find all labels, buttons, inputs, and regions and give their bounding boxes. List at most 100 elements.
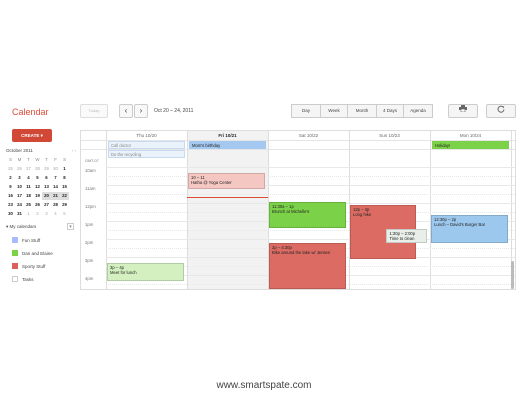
calendar-color-swatch [12,237,18,243]
mini-calendar-day[interactable]: 29 [42,165,51,173]
view-agenda-button[interactable]: Agenda [403,104,433,118]
print-icon [459,105,467,113]
mini-calendar-day[interactable]: 27 [24,165,33,173]
calendar-item[interactable]: Fun Stuff [12,237,40,243]
mini-calendar-nav[interactable]: ‹ › [72,148,76,153]
calendar-screenshot: Calendar Today ‹ › Oct 20 – 24, 2011 Day… [0,0,528,396]
view-4days-button[interactable]: 4 Days [376,104,404,118]
mini-calendar-day[interactable]: 25 [6,165,15,173]
create-button[interactable]: CREATE ▾ [12,129,52,142]
mini-calendar-day[interactable]: 27 [42,201,51,209]
mini-calendar-weekday: W [35,157,40,162]
mini-calendar-day[interactable]: 11 [24,183,33,191]
event-title: Brunch at Michelle's [272,209,310,214]
day-header[interactable]: Mon 10/24 [430,131,511,140]
calendar-settings-icon[interactable]: ▾ [67,223,74,230]
day-header[interactable]: Thu 10/20 [106,131,187,140]
mini-calendar-day[interactable]: 26 [33,201,42,209]
mini-calendar-day[interactable]: 1 [24,210,33,218]
mini-calendar-day[interactable]: 10 [15,183,24,191]
hour-label: 1pm [85,222,94,227]
refresh-icon [497,105,505,113]
mini-calendar-day[interactable]: 30 [6,210,15,218]
mini-calendar-day[interactable]: 3 [42,210,51,218]
allday-event[interactable]: Call doctor [108,141,185,149]
calendar-item[interactable]: Dan and Elaine [12,250,53,256]
event-title: Time to clean [389,236,415,241]
mini-calendar-day[interactable]: 3 [15,174,24,182]
mini-calendar-day[interactable]: 29 [60,201,69,209]
mini-calendar-day[interactable]: 2 [33,210,42,218]
day-header[interactable]: Sun 10/23 [349,131,430,140]
mini-calendar-day[interactable]: 2 [6,174,15,182]
mini-calendar-day[interactable]: 22 [60,192,69,200]
date-range: Oct 20 – 24, 2011 [154,108,194,114]
hour-label: 4pm [85,276,94,281]
view-month-button[interactable]: Month [347,104,377,118]
mini-calendar-day[interactable]: 15 [60,183,69,191]
create-label: CREATE [21,133,40,138]
allday-event[interactable]: Holiday! [432,141,509,149]
day-header[interactable]: Sat 10/22 [268,131,349,140]
calendar-event[interactable]: 10 – 11 Hatha @ Yoga Center [188,173,265,189]
mini-calendar-day[interactable]: 21 [51,192,60,200]
print-button[interactable] [448,104,478,118]
mini-calendar-day[interactable]: 28 [33,165,42,173]
mini-calendar-day[interactable]: 5 [33,174,42,182]
day-header[interactable]: Fri 10/21 [187,131,268,140]
calendar-event[interactable]: 1:30p – 2:00p Time to clean [386,229,427,243]
calendar-item[interactable]: Tasks [12,276,34,282]
top-toolbar: Calendar Today ‹ › Oct 20 – 24, 2011 Day… [0,100,528,124]
mini-calendar-day[interactable]: 26 [15,165,24,173]
mini-calendar-day[interactable]: 4 [24,174,33,182]
my-calendars-header[interactable]: ▾ My calendars ▾ [6,223,76,230]
mini-calendar-day[interactable]: 24 [15,201,24,209]
mini-calendar-day[interactable]: 1 [60,165,69,173]
grid-scrollbar[interactable] [511,261,514,289]
hour-label: 2pm [85,240,94,245]
mini-calendar-day[interactable]: 9 [6,183,15,191]
calendar-event[interactable]: 2p – 4:30p Bike around the lake w/ Jensen [269,243,346,289]
view-week-button[interactable]: Week [320,104,348,118]
mini-calendar-day[interactable]: 5 [60,210,69,218]
week-grid: Thu 10/20 Fri 10/21 Sat 10/22 Sun 10/23 Mon … [80,130,516,290]
mini-calendar-day[interactable]: 28 [51,201,60,209]
calendar-item[interactable]: Sporty Stuff [12,263,45,269]
hour-label: 10am [85,168,96,173]
calendar-event[interactable]: 12:30p – 2p Lunch – David's Burger Bar [431,215,508,243]
allday-event[interactable]: Mom's birthday [189,141,266,149]
refresh-button[interactable] [486,104,516,118]
mini-calendar-day[interactable]: 7 [51,174,60,182]
mini-calendar-day[interactable]: 20 [42,192,51,200]
calendar-event[interactable]: 3p – 4p Meet for lunch [107,263,184,281]
calendar-event[interactable]: 11:30a – 1p Brunch at Michelle's [269,202,346,228]
mini-calendar-day[interactable]: 6 [42,174,51,182]
next-button[interactable]: › [134,104,148,118]
mini-calendar-day[interactable]: 16 [6,192,15,200]
mini-calendar-day[interactable]: 18 [24,192,33,200]
mini-calendar-day[interactable]: 12 [33,183,42,191]
current-time-line [187,197,268,198]
calendar-color-swatch [12,263,18,269]
mini-calendar-day[interactable]: 31 [15,210,24,218]
view-day-button[interactable]: Day [291,104,321,118]
calendar-color-swatch [12,250,18,256]
mini-calendar-day[interactable]: 13 [42,183,51,191]
event-title: Hatha @ Yoga Center [191,180,232,185]
mini-calendar-day[interactable]: 23 [6,201,15,209]
mini-calendar-day[interactable]: 4 [51,210,60,218]
today-button[interactable]: Today [80,104,108,118]
mini-calendar-day[interactable]: 19 [33,192,42,200]
allday-event[interactable]: Do the recycling [108,150,185,158]
mini-calendar-weekday: T [45,157,48,162]
calendar-name: Fun Stuff [22,237,41,243]
mini-calendar-month: October 2011 [6,148,33,153]
mini-calendar-day[interactable]: 14 [51,183,60,191]
mini-calendar-weekday: T [27,157,30,162]
mini-calendar-day[interactable]: 17 [15,192,24,200]
my-calendars-label: My calendars [9,224,37,229]
mini-calendar-day[interactable]: 30 [51,165,60,173]
prev-button[interactable]: ‹ [119,104,133,118]
mini-calendar-day[interactable]: 25 [24,201,33,209]
mini-calendar-day[interactable]: 8 [60,174,69,182]
